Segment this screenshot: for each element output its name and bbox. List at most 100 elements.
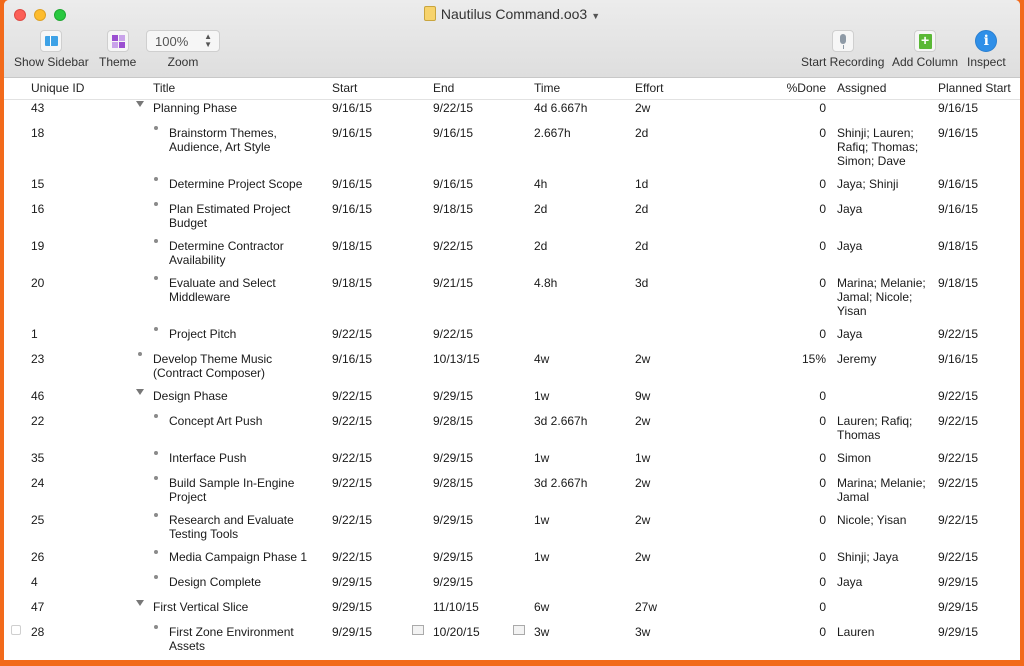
table-row[interactable]: 35 Interface Push 9/22/15 9/29/15 1w 1w …: [4, 450, 1020, 475]
cell-title[interactable]: Design Phase: [153, 389, 283, 403]
cell-end[interactable]: 9/28/15: [433, 476, 473, 490]
cell-assigned[interactable]: Lauren; Rafiq; Thomas: [837, 414, 929, 442]
cell-assigned[interactable]: Jaya: [837, 239, 929, 253]
cell-end[interactable]: 11/10/15: [433, 600, 479, 614]
cell-effort[interactable]: 2d: [635, 202, 648, 216]
cell-done[interactable]: 0: [764, 389, 826, 403]
cell-effort[interactable]: 2d: [635, 126, 648, 140]
cell-title[interactable]: Research and Evaluate Testing Tools: [169, 513, 304, 541]
cell-time[interactable]: 4w: [534, 352, 549, 366]
cell-done[interactable]: 0: [764, 327, 826, 341]
cell-end[interactable]: 10/20/15: [433, 625, 480, 639]
inspect-button[interactable]: Inspect: [967, 30, 1006, 69]
cell-title[interactable]: Develop Theme Music (Contract Composer): [153, 352, 288, 380]
cell-planned-start[interactable]: 9/29/15: [938, 625, 978, 639]
cell-planned-start[interactable]: 9/29/15: [938, 575, 978, 589]
cell-start[interactable]: 9/22/15: [332, 550, 372, 564]
cell-effort[interactable]: 2d: [635, 239, 648, 253]
cell-effort[interactable]: 2w: [635, 101, 650, 115]
cell-time[interactable]: 4.8h: [534, 276, 557, 290]
cell-planned-start[interactable]: 9/18/15: [938, 239, 978, 253]
disclosure-triangle-icon[interactable]: [136, 389, 144, 395]
cell-time[interactable]: 1w: [534, 550, 549, 564]
column-header-unique-id[interactable]: Unique ID: [31, 81, 84, 95]
calendar-icon[interactable]: [513, 625, 525, 635]
cell-assigned[interactable]: Marina; Melanie; Jamal; Nicole; Yisan: [837, 276, 929, 318]
cell-start[interactable]: 9/29/15: [332, 625, 372, 639]
cell-start[interactable]: 9/18/15: [332, 239, 372, 253]
cell-end[interactable]: 9/29/15: [433, 389, 473, 403]
cell-assigned[interactable]: Lauren: [837, 625, 929, 639]
cell-done[interactable]: 0: [764, 451, 826, 465]
disclosure-triangle-icon[interactable]: [136, 101, 144, 107]
cell-planned-start[interactable]: 9/22/15: [938, 513, 978, 527]
stepper-arrows-icon[interactable]: ▲ ▼: [204, 33, 212, 49]
cell-start[interactable]: 9/22/15: [332, 414, 372, 428]
cell-assigned[interactable]: Marina; Melanie; Jamal: [837, 476, 929, 504]
cell-effort[interactable]: 2w: [635, 476, 650, 490]
column-header-done[interactable]: %Done: [764, 81, 826, 95]
calendar-icon[interactable]: [412, 625, 424, 635]
cell-done[interactable]: 0: [764, 476, 826, 490]
column-header-end[interactable]: End: [433, 81, 454, 95]
cell-effort[interactable]: 1w: [635, 451, 650, 465]
cell-done[interactable]: 0: [764, 177, 826, 191]
cell-done[interactable]: 0: [764, 575, 826, 589]
cell-time[interactable]: 4h: [534, 177, 547, 191]
cell-title[interactable]: First Zone Environment Assets: [169, 625, 304, 653]
cell-start[interactable]: 9/22/15: [332, 389, 372, 403]
cell-end[interactable]: 9/18/15: [433, 202, 473, 216]
cell-assigned[interactable]: Jaya: [837, 202, 929, 216]
cell-time[interactable]: 2d: [534, 202, 547, 216]
cell-effort[interactable]: 2w: [635, 352, 650, 366]
cell-done[interactable]: 0: [764, 126, 826, 140]
table-row[interactable]: 47 First Vertical Slice 9/29/15 11/10/15…: [4, 599, 1020, 624]
cell-end[interactable]: 9/29/15: [433, 575, 473, 589]
cell-start[interactable]: 9/16/15: [332, 126, 372, 140]
cell-end[interactable]: 10/13/15: [433, 352, 480, 366]
cell-done[interactable]: 0: [764, 202, 826, 216]
cell-title[interactable]: Determine Project Scope: [169, 177, 314, 191]
cell-start[interactable]: 9/16/15: [332, 352, 372, 366]
column-header-start[interactable]: Start: [332, 81, 357, 95]
cell-planned-start[interactable]: 9/22/15: [938, 550, 978, 564]
cell-start[interactable]: 9/18/15: [332, 276, 372, 290]
cell-done[interactable]: 0: [764, 550, 826, 564]
cell-assigned[interactable]: Simon: [837, 451, 929, 465]
table-row[interactable]: 26 Media Campaign Phase 1 9/22/15 9/29/1…: [4, 549, 1020, 574]
table-row[interactable]: 43 Planning Phase 9/16/15 9/22/15 4d 6.6…: [4, 100, 1020, 125]
table-row[interactable]: 23 Develop Theme Music (Contract Compose…: [4, 351, 1020, 388]
cell-title[interactable]: Design Complete: [169, 575, 314, 589]
cell-assigned[interactable]: Jaya; Shinji: [837, 177, 929, 191]
zoom-stepper[interactable]: 100% ▲ ▼: [146, 30, 220, 52]
cell-done[interactable]: 15%: [764, 352, 826, 366]
table-row[interactable]: 22 Concept Art Push 9/22/15 9/28/15 3d 2…: [4, 413, 1020, 450]
cell-planned-start[interactable]: 9/16/15: [938, 352, 978, 366]
column-header-assigned[interactable]: Assigned: [837, 81, 929, 95]
cell-planned-start[interactable]: 9/22/15: [938, 414, 978, 428]
cell-time[interactable]: 6w: [534, 600, 549, 614]
column-header-effort[interactable]: Effort: [635, 81, 663, 95]
cell-time[interactable]: 4d 6.667h: [534, 101, 587, 115]
cell-title[interactable]: Interface Push: [169, 451, 314, 465]
cell-assigned[interactable]: Shinji; Jaya: [837, 550, 929, 564]
cell-planned-start[interactable]: 9/22/15: [938, 451, 978, 465]
cell-start[interactable]: 9/22/15: [332, 476, 372, 490]
cell-title[interactable]: Project Pitch: [169, 327, 314, 341]
cell-end[interactable]: 9/21/15: [433, 276, 473, 290]
cell-title[interactable]: Evaluate and Select Middleware: [169, 276, 289, 304]
table-row[interactable]: 46 Design Phase 9/22/15 9/29/15 1w 9w 0 …: [4, 388, 1020, 413]
cell-effort[interactable]: 2w: [635, 414, 650, 428]
cell-assigned[interactable]: Nicole; Yisan: [837, 513, 929, 527]
cell-start[interactable]: 9/16/15: [332, 101, 372, 115]
table-row[interactable]: 20 Evaluate and Select Middleware 9/18/1…: [4, 275, 1020, 326]
cell-planned-start[interactable]: 9/22/15: [938, 327, 978, 341]
cell-effort[interactable]: 3w: [635, 625, 650, 639]
cell-end[interactable]: 9/22/15: [433, 327, 473, 341]
cell-start[interactable]: 9/16/15: [332, 177, 372, 191]
cell-title[interactable]: Media Campaign Phase 1: [169, 550, 314, 564]
cell-assigned[interactable]: Jaya: [837, 575, 929, 589]
cell-done[interactable]: 0: [764, 239, 826, 253]
cell-title[interactable]: First Vertical Slice: [153, 600, 283, 614]
cell-planned-start[interactable]: 9/16/15: [938, 202, 978, 216]
